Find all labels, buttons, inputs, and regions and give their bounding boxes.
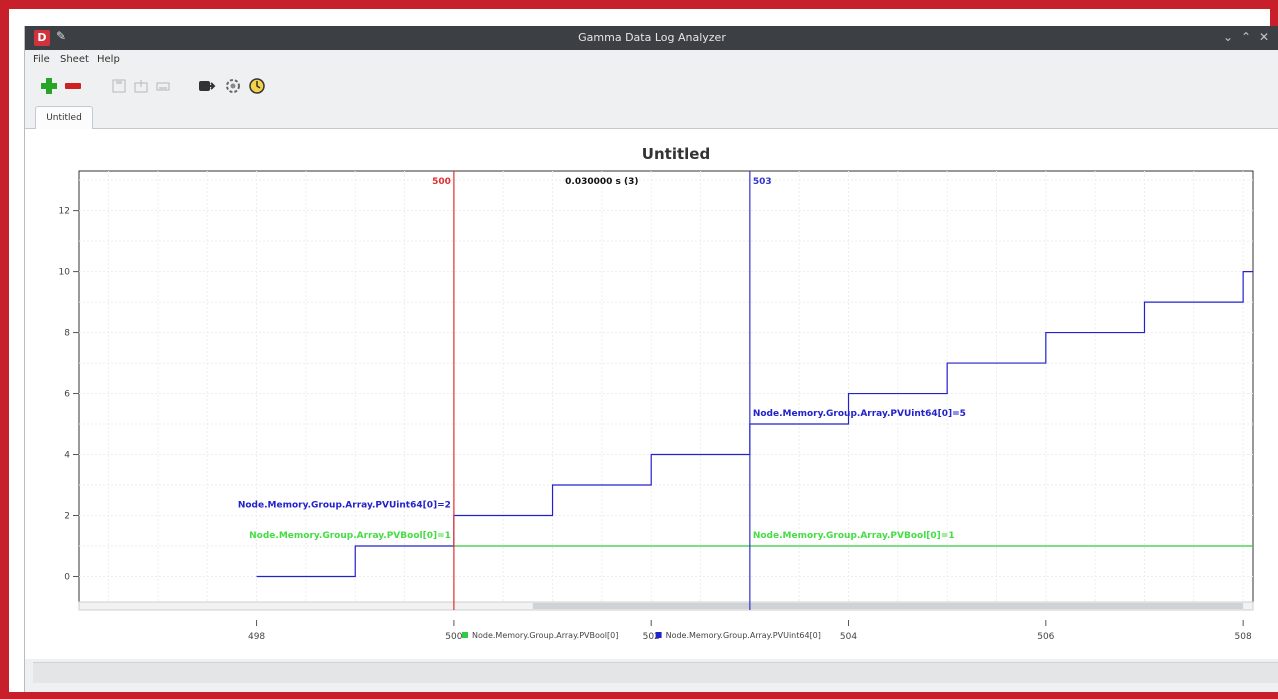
cursor-delta-label: 0.030000 s (3) (565, 177, 638, 187)
settings-icon[interactable] (223, 76, 243, 96)
legend-swatch-0 (462, 632, 468, 638)
x-tick-label: 500 (445, 632, 462, 642)
minimize-icon[interactable]: ⌄ (1221, 30, 1235, 44)
cursor-label-1: 503 (753, 177, 772, 187)
save-icon[interactable] (109, 76, 129, 96)
add-icon[interactable] (39, 76, 59, 96)
timer-icon[interactable] (247, 76, 267, 96)
status-bar (33, 662, 1278, 683)
close-icon[interactable]: ✕ (1257, 30, 1271, 44)
x-tick-label: 508 (1235, 632, 1252, 642)
tab-untitled[interactable]: Untitled (35, 106, 93, 129)
y-tick-label: 10 (59, 268, 71, 278)
y-tick-label: 8 (64, 329, 70, 339)
cursor-annotation-0: Node.Memory.Group.Array.PVUint64[0]=2 (238, 500, 451, 510)
chart-area: Untitled 498 500 502 504 506 508 0 2 4 6 8 10 12 500 50… (25, 129, 1278, 659)
y-tick-label: 6 (64, 390, 70, 400)
menu-sheet[interactable]: Sheet (60, 54, 89, 65)
menu-help[interactable]: Help (97, 54, 120, 65)
cursor-annotation-2: Node.Memory.Group.Array.PVUint64[0]=5 (753, 409, 966, 419)
chart-title: Untitled (642, 145, 710, 163)
plot-frame (78, 170, 1254, 611)
chart-svg: Untitled498 500 502 504 506 508024681012500 50… (59, 145, 1254, 642)
print-icon[interactable] (153, 76, 173, 96)
x-tick-label: 498 (248, 632, 265, 642)
y-tick-label: 4 (64, 451, 70, 461)
title-bar: D ✎ Gamma Data Log Analyzer ⌄ ⌃ ✕ (25, 26, 1278, 50)
cursor-annotation-1: Node.Memory.Group.Array.PVBool[0]=1 (249, 531, 451, 541)
menu-bar: File Sheet Help (25, 50, 1278, 70)
app-window: D ✎ Gamma Data Log Analyzer ⌄ ⌃ ✕ File S… (24, 26, 1278, 692)
legend-swatch-1 (655, 632, 662, 638)
maximize-icon[interactable]: ⌃ (1239, 30, 1253, 44)
x-tick-label: 506 (1037, 632, 1054, 642)
tab-bar: Untitled (25, 102, 1278, 129)
menu-file[interactable]: File (33, 54, 50, 65)
scrollbar-handle (532, 603, 1244, 609)
x-tick-label: 504 (840, 632, 857, 642)
y-tick-label: 2 (64, 511, 70, 521)
y-tick-label: 12 (59, 207, 70, 217)
cursor-annotation-3: Node.Memory.Group.Array.PVBool[0]=1 (753, 531, 955, 541)
export-icon[interactable] (131, 76, 151, 96)
window-title: Gamma Data Log Analyzer (578, 31, 726, 44)
toolbar (25, 70, 1278, 102)
export-arrow-icon[interactable] (197, 76, 217, 96)
cursor-label-0: 500 (432, 177, 451, 187)
remove-icon[interactable] (63, 76, 83, 96)
y-tick-label: 0 (64, 572, 70, 582)
legend-label-0: Node.Memory.Group.Array.PVBool[0] (472, 631, 618, 640)
legend-label-1: Node.Memory.Group.Array.PVUint64[0] (666, 631, 821, 640)
